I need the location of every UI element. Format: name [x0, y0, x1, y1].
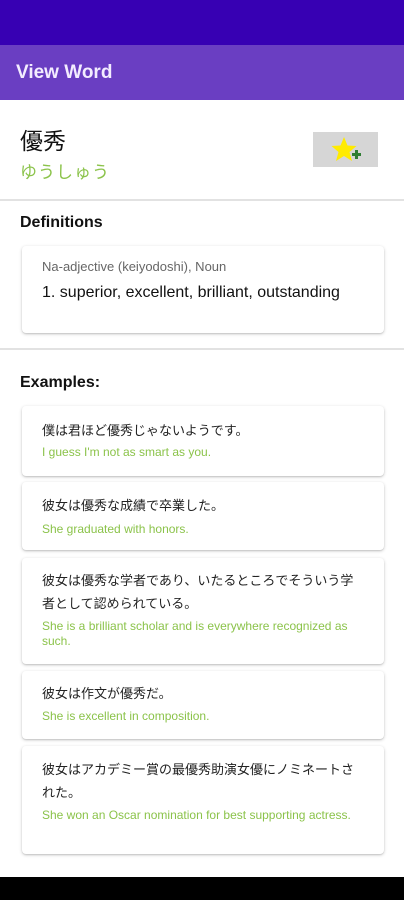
example-english: She is a brilliant scholar and is everyw…: [42, 619, 348, 648]
examples-heading: Examples:: [20, 374, 101, 391]
example-japanese: 彼女はアカデミー賞の最優秀助演女優にノミネートされた。: [42, 763, 355, 801]
part-of-speech: Na-adjective (keiyodoshi), Noun: [42, 259, 227, 274]
word-reading: ゆうしゅう: [20, 163, 110, 183]
example-card: 僕は君ほど優秀じゃないようです。 I guess I'm not as smar…: [22, 406, 384, 476]
example-card: 彼女はアカデミー賞の最優秀助演女優にノミネートされた。 She won an O…: [22, 746, 384, 854]
definition-text: 1. superior, excellent, brilliant, outst…: [42, 284, 340, 301]
app-title: View Word: [16, 61, 113, 83]
example-english: She is excellent in composition.: [42, 709, 210, 723]
divider: [0, 199, 404, 201]
definition-card: Na-adjective (keiyodoshi), Noun 1. super…: [22, 246, 384, 333]
example-japanese: 彼女は優秀な学者であり、いたるところでそういう学者として認められている。: [42, 574, 354, 612]
example-card: 彼女は優秀な学者であり、いたるところでそういう学者として認められている。 She…: [22, 558, 384, 664]
example-card: 彼女は作文が優秀だ。 She is excellent in compositi…: [22, 671, 384, 739]
example-english: She won an Oscar nomination for best sup…: [42, 808, 351, 822]
add-favorite-button[interactable]: [313, 132, 378, 167]
example-japanese: 彼女は作文が優秀だ。: [42, 687, 172, 702]
example-japanese: 彼女は優秀な成績で卒業した。: [42, 499, 225, 514]
example-japanese: 僕は君ほど優秀じゃないようです。: [42, 424, 249, 439]
word-kanji: 優秀: [20, 129, 66, 155]
example-english: She graduated with honors.: [42, 522, 189, 536]
example-english: I guess I'm not as smart as you.: [42, 445, 212, 459]
example-card: 彼女は優秀な成績で卒業した。 She graduated with honors…: [22, 482, 384, 550]
app-bar: View Word: [0, 45, 404, 100]
status-bar: [0, 0, 404, 45]
star-plus-icon: [331, 136, 361, 161]
navigation-bar: [0, 877, 404, 900]
definitions-heading: Definitions: [20, 214, 103, 231]
divider: [0, 348, 404, 350]
